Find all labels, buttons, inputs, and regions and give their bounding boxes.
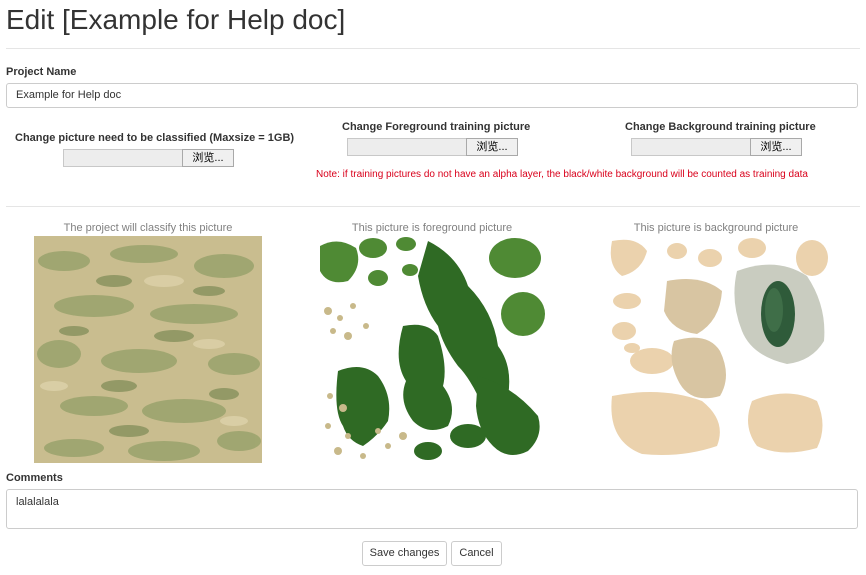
classify-picture-preview: [34, 236, 262, 463]
project-name-label: Project Name: [6, 66, 77, 78]
save-changes-button[interactable]: Save changes: [362, 541, 447, 566]
classify-picture-caption: The project will classify this picture: [63, 222, 233, 234]
foreground-picture-preview: [318, 236, 546, 463]
file-path-box[interactable]: [63, 149, 182, 167]
foreground-browse-button[interactable]: 浏览...: [466, 138, 518, 156]
classify-picture-file-input[interactable]: 浏览...: [63, 149, 234, 167]
classify-browse-button[interactable]: 浏览...: [182, 149, 234, 167]
background-picture-file-input[interactable]: 浏览...: [631, 138, 802, 156]
comments-textarea[interactable]: lalalalala: [6, 489, 858, 529]
divider: [6, 48, 860, 49]
alpha-layer-note: Note: if training pictures do not have a…: [316, 169, 808, 180]
file-path-box[interactable]: [631, 138, 750, 156]
background-browse-button[interactable]: 浏览...: [750, 138, 802, 156]
foreground-picture-file-input[interactable]: 浏览...: [347, 138, 518, 156]
divider: [6, 206, 860, 207]
page-title: Edit [Example for Help doc]: [6, 4, 346, 35]
foreground-picture-caption: This picture is foreground picture: [351, 222, 513, 234]
cancel-button[interactable]: Cancel: [451, 541, 502, 566]
file-path-box[interactable]: [347, 138, 466, 156]
classify-picture-label: Change picture need to be classified (Ma…: [15, 132, 295, 144]
background-picture-caption: This picture is background picture: [633, 222, 799, 234]
background-picture-label: Change Background training picture: [625, 121, 816, 133]
project-name-input[interactable]: Example for Help doc: [6, 83, 858, 108]
foreground-picture-label: Change Foreground training picture: [342, 121, 531, 133]
comments-label: Comments: [6, 472, 63, 484]
background-picture-preview: [602, 236, 830, 463]
